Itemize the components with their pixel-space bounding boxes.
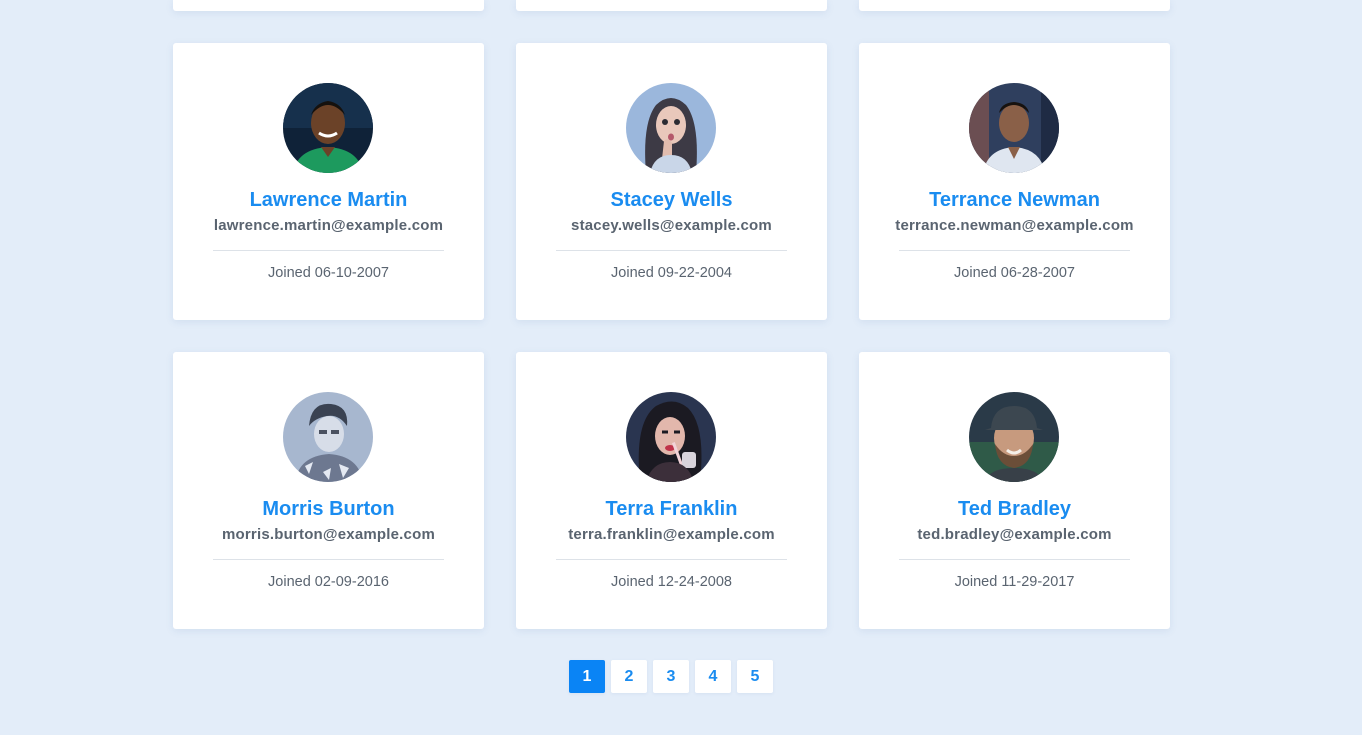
joined-date: Joined 09-22-2004 [611,265,732,281]
user-card-partial [516,0,827,11]
user-card: Stacey Wells stacey.wells@example.com Jo… [516,43,827,320]
user-card: Lawrence Martin lawrence.martin@example.… [173,43,484,320]
divider [213,559,444,560]
joined-date: Joined 06-10-2007 [268,265,389,281]
user-email: terra.franklin@example.com [568,526,775,543]
user-name: Terra Franklin [605,498,738,520]
avatar [626,83,716,173]
joined-date: Joined 02-09-2016 [268,574,389,590]
user-name: Terrance Newman [929,189,1100,211]
page-button-4[interactable]: 4 [695,660,731,693]
pagination: 1 2 3 4 5 [569,660,773,693]
joined-date: Joined 12-24-2008 [611,574,732,590]
user-name: Morris Burton [262,498,395,520]
page-button-1[interactable]: 1 [569,660,605,693]
avatar [969,392,1059,482]
user-card-partial [173,0,484,11]
divider [556,559,787,560]
avatar [626,392,716,482]
page-button-2[interactable]: 2 [611,660,647,693]
user-card: Terrance Newman terrance.newman@example.… [859,43,1170,320]
user-name: Lawrence Martin [249,189,408,211]
divider [899,559,1130,560]
user-card: Morris Burton morris.burton@example.com … [173,352,484,629]
user-name: Ted Bradley [958,498,1071,520]
joined-date: Joined 11-29-2017 [954,574,1075,590]
divider [899,250,1130,251]
user-card: Ted Bradley ted.bradley@example.com Join… [859,352,1170,629]
joined-date: Joined 06-28-2007 [954,265,1075,281]
avatar [283,392,373,482]
user-email: terrance.newman@example.com [895,217,1134,234]
page-button-5[interactable]: 5 [737,660,773,693]
user-name: Stacey Wells [610,189,733,211]
user-card-partial [859,0,1170,11]
page-button-3[interactable]: 3 [653,660,689,693]
user-email: lawrence.martin@example.com [213,217,444,234]
avatar [969,83,1059,173]
divider [556,250,787,251]
user-email: ted.bradley@example.com [917,526,1112,543]
user-email: stacey.wells@example.com [571,217,772,234]
user-email: morris.burton@example.com [221,526,435,543]
avatar [283,83,373,173]
user-card: Terra Franklin terra.franklin@example.co… [516,352,827,629]
divider [213,250,444,251]
